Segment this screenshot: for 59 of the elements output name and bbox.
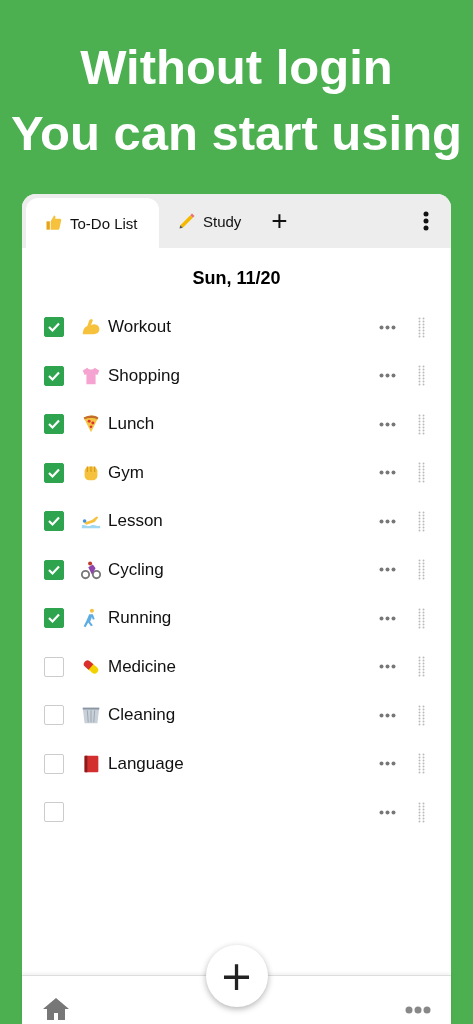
checkbox[interactable] (44, 753, 64, 774)
check-icon (47, 611, 61, 626)
task-label: Cleaning (108, 705, 176, 726)
task-label: Lunch (108, 414, 155, 435)
check-icon (47, 514, 61, 529)
date-heading: Sun, 11/20 (192, 268, 281, 289)
more-horizontal-icon[interactable] (379, 421, 396, 427)
tab[interactable]: Study (159, 194, 256, 248)
headline-text: Without login (80, 39, 393, 96)
drag-handle-icon[interactable] (418, 801, 425, 823)
more-horizontal-icon[interactable] (379, 664, 396, 670)
drag-handle-icon[interactable] (418, 753, 425, 775)
more-horizontal-icon[interactable] (379, 324, 396, 330)
checkbox[interactable] (44, 511, 64, 532)
task-label: Cycling (108, 559, 164, 580)
checkbox[interactable] (44, 462, 64, 483)
more-horizontal-icon[interactable] (379, 470, 396, 476)
more-horizontal-icon[interactable] (379, 567, 396, 573)
drag-handle-icon[interactable] (418, 365, 425, 387)
checkbox[interactable] (44, 705, 64, 726)
more-horizontal-icon[interactable] (405, 1006, 431, 1014)
check-icon (47, 320, 61, 335)
task-label: Lesson (108, 511, 163, 532)
pencil-icon (177, 211, 197, 231)
task-label: Running (108, 608, 172, 629)
drag-handle-icon[interactable] (418, 704, 425, 726)
home-icon[interactable] (42, 996, 70, 1020)
more-horizontal-icon[interactable] (379, 809, 396, 815)
drag-handle-icon[interactable] (418, 559, 425, 581)
more-vertical-icon[interactable] (423, 211, 429, 231)
drag-handle-icon[interactable] (418, 316, 425, 338)
checkbox[interactable] (44, 317, 64, 338)
drag-handle-icon[interactable] (418, 607, 425, 629)
task-label: Medicine (108, 656, 177, 677)
add-task-button[interactable]: + (205, 945, 268, 1007)
drag-handle-icon[interactable] (418, 413, 425, 435)
task-label: Shopping (108, 365, 180, 386)
checkbox[interactable] (44, 656, 64, 677)
drag-handle-icon[interactable] (418, 462, 425, 484)
more-horizontal-icon[interactable] (379, 615, 396, 621)
checkbox[interactable] (44, 414, 64, 435)
checkbox[interactable] (44, 365, 64, 386)
more-horizontal-icon[interactable] (379, 761, 396, 767)
tab[interactable]: To-Do List (26, 198, 159, 248)
task-label: Language (108, 753, 184, 774)
task-label: Workout (108, 317, 171, 338)
more-horizontal-icon[interactable] (379, 518, 396, 524)
drag-handle-icon[interactable] (418, 656, 425, 678)
add-tab-button[interactable]: + (261, 194, 298, 248)
thumb-icon (44, 213, 64, 233)
checkbox[interactable] (44, 559, 64, 580)
checkbox[interactable] (44, 608, 64, 629)
drag-handle-icon[interactable] (418, 510, 425, 532)
more-horizontal-icon[interactable] (379, 373, 396, 379)
more-horizontal-icon[interactable] (379, 712, 396, 718)
task-label: Gym (108, 462, 144, 483)
headline-text: You can start using (10, 105, 463, 162)
checkbox[interactable] (44, 802, 64, 823)
check-icon (47, 417, 61, 432)
